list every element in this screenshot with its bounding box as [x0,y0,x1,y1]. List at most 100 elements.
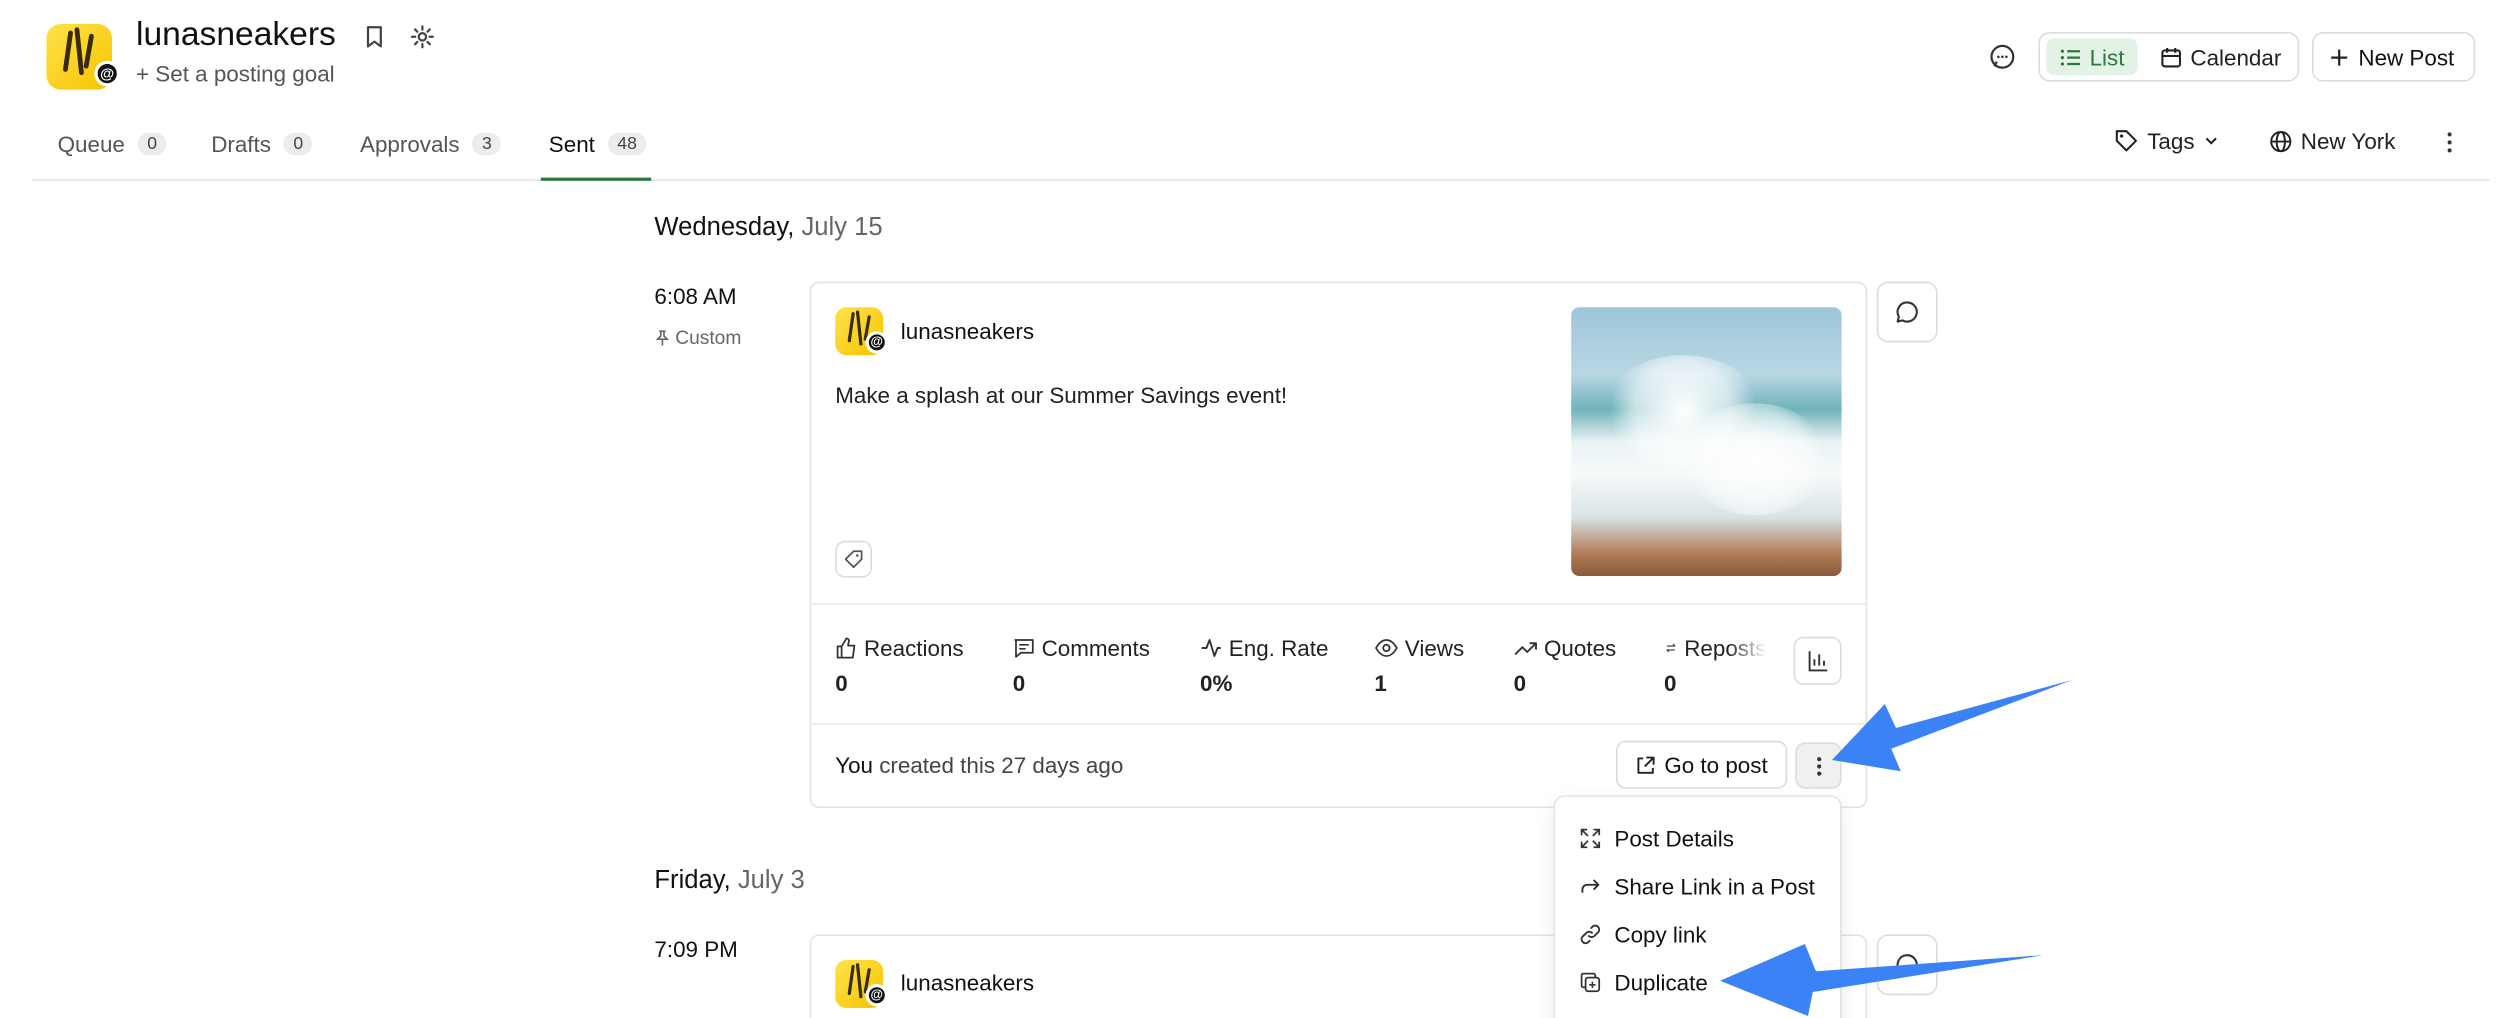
calendar-icon [2161,47,2182,67]
created-text: created this 27 days ago [879,752,1124,778]
tag-plus-icon [844,550,863,569]
date: July 15 [801,214,883,242]
menu-item-label: Post Details [1614,825,1734,852]
posting-goal-link[interactable]: + Set a posting goal [136,61,335,87]
bookmark-icon[interactable] [362,24,388,50]
tab-label: Drafts [211,131,271,157]
menu-item-label: Copy link [1614,921,1707,948]
new-post-label: New Post [2358,44,2455,70]
list-icon [2060,48,2080,65]
vertical-dots-icon [1816,756,1821,775]
tab-count: 3 [472,132,502,156]
external-link-icon [1637,755,1655,773]
post-handle: lunasneakers [900,318,1035,344]
metric-value: 0 [1012,670,1026,696]
metric-value: 1 [1374,670,1387,696]
chat-bubble-icon[interactable] [1989,43,2016,70]
date: July 3 [737,867,805,895]
metric-label: Eng. Rate [1228,635,1329,661]
go-to-post-label: Go to post [1664,752,1768,778]
bar-chart-icon [1808,651,1828,672]
schedule-type: Custom [654,326,742,349]
timezone-label: New York [2300,128,2396,154]
metric-reactions: Reactions 0 [835,635,963,696]
menu-item-share-link[interactable]: Share Link in a Post [1579,874,1815,899]
go-to-post-button[interactable]: Go to post [1616,740,1788,789]
new-post-button[interactable]: New Post [2312,32,2476,82]
tab-label: Approvals [360,131,460,157]
metric-label: Views [1404,635,1465,661]
menu-item-duplicate[interactable]: Duplicate [1579,969,1708,996]
threads-icon: @ [94,60,120,87]
tabs-divider [32,179,2490,181]
metric-value: 0 [1664,670,1677,696]
metric-views: Views 1 [1374,635,1464,696]
activity-icon [1201,639,1221,657]
plus-icon [2331,48,2348,65]
schedule-type-label: Custom [675,326,742,349]
pin-icon [655,329,670,345]
weekday: Friday, [654,867,731,895]
metric-value: 0% [1200,670,1233,696]
weekday: Wednesday, [654,214,795,242]
post-card: @ lunasneakers Make a splash at our Summ… [809,281,1868,809]
tag-icon [2115,130,2138,152]
card-divider [811,723,1866,725]
metric-value: 0 [835,670,848,696]
tab-label: Queue [57,131,125,157]
link-icon [1580,924,1601,945]
metric-label: Reactions [864,635,964,661]
card-divider [811,603,1866,605]
tab-approvals[interactable]: Approvals 3 [360,131,502,157]
tab-sent[interactable]: Sent 48 [549,131,647,157]
timezone-selector[interactable]: New York [2269,128,2396,154]
view-calendar-label: Calendar [2190,44,2282,70]
created-by: You [835,752,873,778]
comment-icon [1014,639,1034,658]
menu-item-label: Duplicate [1614,969,1708,996]
metric-comments: Comments 0 [1013,635,1150,696]
tab-queue[interactable]: Queue 0 [58,131,167,157]
comment-thread-button[interactable] [1876,281,1938,343]
eye-icon [1374,639,1398,657]
post-time: 6:08 AM [654,283,737,309]
chevron-down-icon [2204,137,2217,145]
view-toggle: List Calendar [2038,32,2300,82]
add-tag-button[interactable] [835,540,872,578]
settings-gear-icon[interactable] [410,24,436,50]
tab-count: 0 [283,132,313,156]
tags-label: Tags [2147,128,2195,154]
view-list-button[interactable]: List [2046,38,2138,76]
metric-label: Quotes [1544,635,1617,661]
menu-item-post-details[interactable]: Post Details [1579,825,1734,852]
metric-value: 0 [1513,670,1527,696]
trending-up-icon [1514,642,1537,656]
tab-label: Sent [548,131,595,157]
metric-eng-rate: Eng. Rate 0% [1200,635,1328,696]
view-list-label: List [2089,44,2125,70]
more-options-icon[interactable] [2445,131,2455,153]
metric-quotes: Quotes 0 [1514,635,1617,696]
post-image[interactable] [1571,307,1842,576]
threads-icon: @ [865,331,888,354]
thumbs-up-icon [836,637,856,659]
menu-item-copy-link[interactable]: Copy link [1579,921,1707,948]
share-arrow-icon [1581,879,1600,893]
message-circle-icon [1896,301,1918,323]
globe-icon [2270,130,2292,152]
post-time: 7:09 PM [654,936,738,962]
active-tab-indicator [540,177,652,181]
post-handle: lunasneakers [900,969,1035,996]
annotation-arrow-icon [1832,680,2072,772]
expand-icon [1580,828,1601,849]
tags-dropdown[interactable]: Tags [2114,128,2219,154]
tab-drafts[interactable]: Drafts 0 [211,131,313,157]
repost-icon [1666,643,1676,653]
duplicate-icon [1580,972,1601,993]
account-name: lunasneakers [136,16,336,53]
tab-count: 48 [607,132,647,156]
metric-label: Comments [1041,635,1150,661]
view-calendar-button[interactable]: Calendar [2147,38,2294,75]
threads-icon: @ [865,984,888,1007]
date-heading: Friday, July 3 [654,867,804,896]
